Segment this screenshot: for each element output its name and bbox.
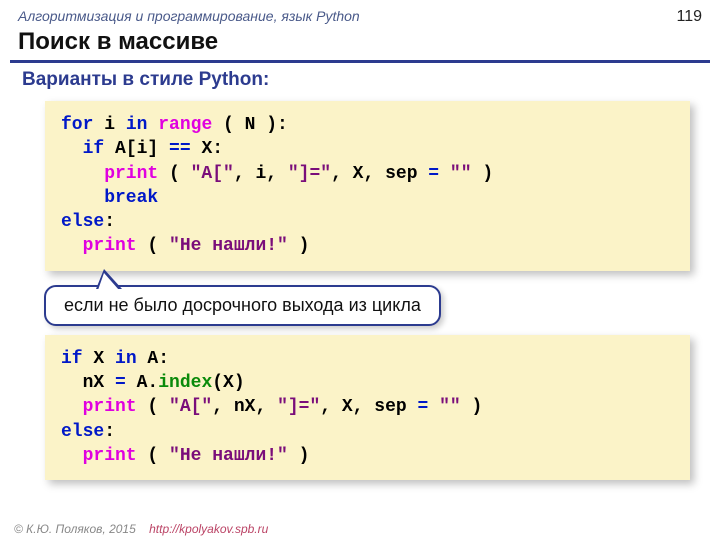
title-rule — [10, 60, 710, 63]
slide-subtitle: Варианты в стиле Python: — [0, 69, 720, 101]
footer-url: http://kpolyakov.spb.ru — [149, 522, 268, 536]
slide-title: Поиск в массиве — [0, 28, 720, 60]
callout-note: если не было досрочного выхода из цикла — [44, 285, 441, 326]
footer: © К.Ю. Поляков, 2015 http://kpolyakov.sp… — [14, 522, 268, 536]
page-number: 119 — [676, 8, 702, 26]
code-block-2: if X in A: nX = A.index(X) print ( "A[",… — [45, 335, 690, 480]
copyright: © К.Ю. Поляков, 2015 — [14, 522, 136, 536]
chapter-topic: Алгоритмизация и программирование, язык … — [18, 8, 360, 24]
code-block-1: for i in range ( N ): if A[i] == X: prin… — [45, 101, 690, 271]
